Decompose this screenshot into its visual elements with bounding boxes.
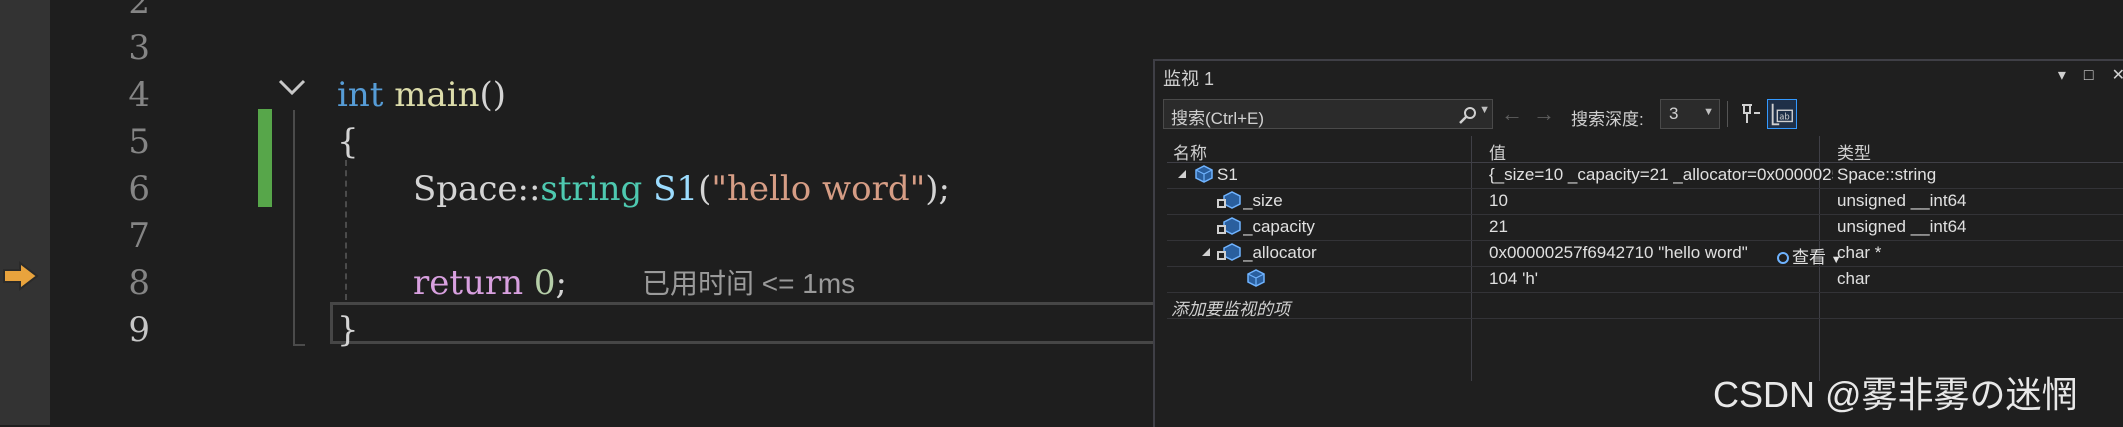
column-header-type[interactable]: 类型: [1837, 139, 1871, 164]
search-depth-label: 搜索深度:: [1571, 110, 1644, 129]
watch-row-deref[interactable]: 104 'h' char: [1167, 267, 2123, 293]
watch-grid: 名称 值 类型 S1 {_size=10 _capacity=21 _alloc…: [1167, 136, 2123, 319]
line-number: 4: [128, 75, 150, 115]
private-lock-icon: [1217, 199, 1226, 208]
watch-type: Space::string: [1837, 165, 1937, 184]
namespace: Space::: [413, 169, 541, 209]
toolbar-separator: [1727, 101, 1728, 127]
watermark: CSDN @雾非雾の迷惘: [1713, 374, 2078, 415]
current-statement-arrow-icon: [3, 261, 39, 291]
semicolon: ;: [555, 263, 568, 303]
watch-row-s1[interactable]: S1 {_size=10 _capacity=21 _allocator=0x0…: [1167, 163, 2123, 189]
magnifier-icon: [1777, 252, 1789, 264]
search-depth-value: 3: [1669, 104, 1679, 123]
line-number: 5: [128, 122, 150, 162]
value-cube-icon: [1247, 269, 1265, 287]
perf-tip[interactable]: 已用时间 <= 1ms: [642, 262, 855, 302]
search-input[interactable]: 搜索(Ctrl+E): [1171, 104, 1264, 129]
maximize-icon[interactable]: □: [2084, 67, 2094, 84]
open-paren: (: [698, 169, 712, 209]
scope-guide-end: [293, 344, 305, 346]
watch-value[interactable]: 10: [1489, 191, 1833, 211]
watch-row-size[interactable]: _size 10 unsigned __int64: [1167, 189, 2123, 215]
watch-value[interactable]: 0x00000257f6942710 "hello word": [1489, 243, 1769, 263]
search-next-arrow-icon[interactable]: →: [1533, 101, 1555, 127]
watch-type: char *: [1837, 243, 1882, 262]
watch-value[interactable]: 104 'h': [1489, 269, 1833, 289]
watch-name: _allocator: [1243, 243, 1317, 262]
scope-guide: [293, 110, 295, 345]
search-previous-arrow-icon[interactable]: ←: [1501, 101, 1523, 127]
grid-header: 名称 值 类型: [1167, 136, 2123, 163]
watch-row-capacity[interactable]: _capacity 21 unsigned __int64: [1167, 215, 2123, 241]
code-line-open-brace[interactable]: {: [337, 118, 359, 166]
expanded-triangle-icon[interactable]: [1177, 169, 1187, 179]
search-options-chevron-down-icon[interactable]: ▼: [1479, 104, 1490, 116]
code-line-main[interactable]: int main(): [337, 71, 506, 119]
line-number: 6: [128, 169, 150, 209]
column-header-name[interactable]: 名称: [1173, 139, 1207, 164]
watch-window-title: 监视 1: [1163, 69, 1215, 89]
column-header-value[interactable]: 值: [1489, 139, 1506, 164]
keyword-int: int: [337, 75, 384, 115]
line-number: 3: [128, 28, 150, 68]
watch-type: unsigned __int64: [1837, 217, 1967, 236]
code-line-declaration[interactable]: Space::string S1("hello word");: [413, 165, 950, 213]
close-icon[interactable]: ✕: [2112, 67, 2123, 84]
type-string: string: [540, 169, 643, 209]
line-number-active: 9: [128, 310, 150, 350]
variable-s1: S1: [653, 169, 699, 209]
close-brace: }: [337, 310, 359, 350]
expanded-triangle-icon[interactable]: [1201, 247, 1211, 257]
open-brace: {: [337, 122, 359, 162]
function-main: main: [394, 75, 480, 115]
code-line-return[interactable]: return 0;: [413, 259, 567, 307]
window-menu-icon[interactable]: ▾: [2058, 67, 2066, 84]
watch-name: S1: [1217, 165, 1238, 184]
search-icon[interactable]: [1458, 106, 1478, 124]
indicator-margin[interactable]: [0, 0, 50, 425]
string-literal: "hello word": [711, 169, 926, 209]
line-number: 7: [128, 216, 150, 256]
view-label: 查看: [1792, 248, 1826, 267]
number-zero: 0: [533, 263, 556, 303]
chevron-down-icon: ▼: [1703, 106, 1714, 118]
line-number: 2: [128, 0, 150, 22]
watch-name: _size: [1243, 191, 1283, 210]
code-line-close-brace[interactable]: }: [337, 306, 359, 354]
watch-name: _capacity: [1243, 217, 1315, 236]
change-tracking-bar: [258, 109, 272, 207]
line-number: 8: [128, 263, 150, 303]
svg-text:ab: ab: [1779, 112, 1789, 122]
fold-chevron-icon[interactable]: [272, 73, 312, 103]
close-paren: );: [925, 169, 950, 209]
search-depth-select[interactable]: 3 ▼: [1660, 99, 1720, 129]
window-title-controls: ▾ □ ✕: [2040, 65, 2123, 85]
object-cube-icon: [1195, 165, 1213, 183]
watch-row-allocator[interactable]: _allocator 0x00000257f6942710 "hello wor…: [1167, 241, 2123, 267]
watch-type: char: [1837, 269, 1871, 288]
add-watch-row[interactable]: 添加要监视的项: [1167, 293, 2123, 319]
text-visualizer-button[interactable]: 查看 ▼: [1777, 243, 1842, 268]
private-lock-icon: [1217, 251, 1226, 260]
watch-type: unsigned __int64: [1837, 191, 1967, 210]
watch-value[interactable]: {_size=10 _capacity=21 _allocator=0x0000…: [1489, 165, 1833, 185]
watch-value[interactable]: 21: [1489, 217, 1833, 237]
private-lock-icon: [1217, 225, 1226, 234]
keyword-return: return: [413, 263, 524, 303]
parens: (): [479, 75, 507, 115]
hex-display-toggle-icon[interactable]: ab: [1767, 99, 1797, 129]
add-watch-item[interactable]: 添加要监视的项: [1171, 295, 1487, 320]
indent-guide: [345, 160, 347, 300]
search-box[interactable]: 搜索(Ctrl+E) ▼: [1163, 99, 1493, 129]
pin-icon[interactable]: [1738, 99, 1762, 129]
